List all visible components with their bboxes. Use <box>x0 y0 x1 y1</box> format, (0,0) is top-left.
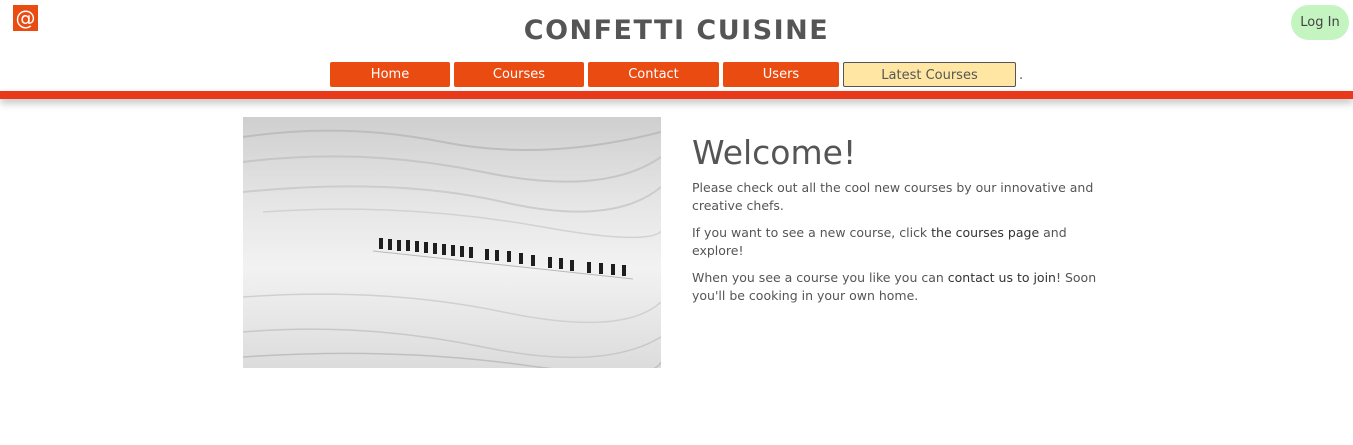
page: @ CONFETTI CUISINE Log In Home Courses C… <box>0 0 1353 445</box>
courses-paragraph: If you want to see a new course, click t… <box>692 224 1122 260</box>
courses-page-link[interactable]: the courses page <box>931 225 1039 240</box>
contact-us-link[interactable]: contact us to join <box>948 270 1056 285</box>
snowfield-hikers-photo <box>243 117 661 368</box>
site-title: CONFETTI CUISINE <box>523 15 830 46</box>
intro-paragraph: Please check out all the cool new course… <box>692 180 1094 213</box>
nav-latest-courses-button[interactable]: Latest Courses <box>843 62 1016 87</box>
welcome-heading: Welcome! <box>692 133 857 172</box>
nav-home-button[interactable]: Home <box>330 62 450 87</box>
welcome-text: Please check out all the cool new course… <box>692 179 1122 314</box>
nav-trailing-dot: . <box>1019 68 1024 83</box>
main-nav: Home Courses Contact Users Latest Course… <box>0 62 1353 87</box>
nav-contact-button[interactable]: Contact <box>588 62 719 87</box>
courses-paragraph-before: If you want to see a new course, click <box>692 225 932 240</box>
header-divider <box>0 91 1353 99</box>
contact-paragraph: When you see a course you like you can c… <box>692 269 1122 305</box>
nav-users-button[interactable]: Users <box>723 62 839 87</box>
hero-image <box>243 117 661 368</box>
contact-paragraph-before: When you see a course you like you can <box>692 270 948 285</box>
nav-courses-button[interactable]: Courses <box>454 62 584 87</box>
login-button[interactable]: Log In <box>1291 5 1349 40</box>
